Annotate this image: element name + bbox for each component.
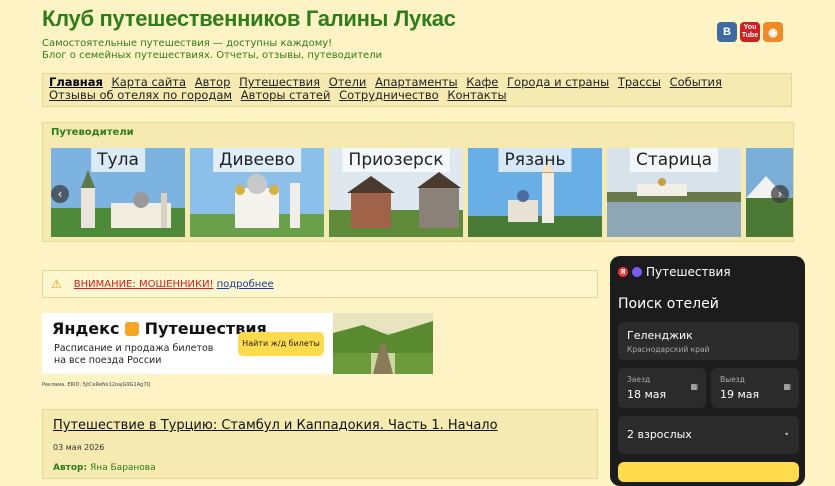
nav-home[interactable]: Главная [49,75,103,89]
ad-find-tickets-button[interactable]: Найти ж/д билеты [238,332,324,356]
scam-warning-link[interactable]: ВНИМАНИЕ: МОШЕННИКИ! [74,279,214,290]
ad-logo-icon [125,322,140,336]
ad-text: Расписание и продажа билетов на все поез… [54,343,213,367]
ad-logo-brand: Яндекс [52,319,120,338]
guests-dropdown-icon: • [784,430,789,439]
calendar-icon: ▦ [783,382,791,391]
nav-contacts[interactable]: Контакты [447,88,506,102]
nav-hotels[interactable]: Отели [329,75,367,89]
article-title-link[interactable]: Путешествие в Турцию: Стамбул и Каппадок… [53,418,498,433]
hotel-search-widget: Я Путешествия Поиск отелей Геленджик Кра… [610,256,805,486]
calendar-icon: ▦ [690,382,698,391]
city-region: Краснодарский край [627,345,710,354]
guide-label-ryazan: Рязань [498,148,572,172]
nav-cafe[interactable]: Кафе [466,75,498,89]
carousel-prev-button[interactable]: ‹ [51,185,69,203]
nav-hotel-reviews[interactable]: Отзывы об отелях по городам [49,88,232,102]
vk-icon[interactable]: B [717,22,737,42]
guide-label-tula: Тула [91,148,145,172]
youtube-icon-text-2: Tube [741,32,759,39]
ad-text-line-2: на все поезда России [54,355,162,366]
guide-slide-priozersk[interactable]: Приозерск [329,148,463,237]
nav-author[interactable]: Автор [195,75,231,89]
guides-carousel: Тула Дивеево Приозерск Рязань Старица [51,148,793,237]
site-title[interactable]: Клуб путешественников Галины Лукас [42,6,456,32]
guide-slide-diveevo[interactable]: Дивеево [190,148,324,237]
checkout-value: 19 мая [720,388,760,401]
guides-section: Путеводители Тула Дивеево Приозерск Ряза… [42,122,794,242]
checkin-field[interactable]: Заезд 18 мая ▦ [618,368,706,408]
article-author-name[interactable]: Яна Баранова [90,463,156,473]
nav-cities[interactable]: Города и страны [507,75,609,89]
ad-logo: Яндекс Путешествия [52,319,267,338]
checkin-value: 18 мая [627,388,667,401]
search-hotels-button[interactable] [618,462,799,482]
guide-slide-staritsa[interactable]: Старица [607,148,741,237]
checkin-label: Заезд [627,375,651,384]
youtube-icon-text-1: You [743,24,757,31]
guests-value: 2 взрослых [627,428,692,441]
widget-brand: Я Путешествия [618,265,731,279]
main-nav: Главная Карта сайта Автор Путешествия От… [42,73,792,107]
guide-label-staritsa: Старица [629,148,719,172]
guides-title: Путеводители [51,127,134,138]
rss-icon[interactable]: ◉ [763,22,783,42]
city-name: Геленджик [627,329,693,342]
checkout-label: Выезд [720,375,745,384]
site-tagline: Самостоятельные путешествия — доступны к… [42,38,382,62]
guide-label-diveevo: Дивеево [213,148,301,172]
carousel-next-button[interactable]: › [771,185,789,203]
guide-slide-ryazan[interactable]: Рязань [468,148,602,237]
nav-article-authors[interactable]: Авторы статей [241,88,331,102]
nav-apartments[interactable]: Апартаменты [375,75,458,89]
yandex-travel-ad[interactable]: Яндекс Путешествия Расписание и продажа … [42,313,433,374]
nav-routes[interactable]: Трассы [618,75,661,89]
nav-sitemap[interactable]: Карта сайта [112,75,187,89]
tagline-line-2: Блог о семейных путешествиях. Отчеты, от… [42,50,383,61]
article-date: 03 мая 2026 [53,443,105,452]
guide-label-priozersk: Приозерск [342,148,450,172]
widget-brand-label: Путешествия [646,265,731,279]
social-links: B You Tube ◉ [717,22,783,42]
article-author-label: Автор: [53,463,88,473]
scam-warning-more-link[interactable]: подробнее [217,279,274,290]
checkout-field[interactable]: Выезд 19 мая ▦ [711,368,799,408]
ad-railway-photo [333,313,433,374]
warning-icon: ⚠ [51,277,62,291]
ad-erid: Реклама. ERID: 5jtCeReNx12oajG9G1Ag7Q [42,382,151,388]
city-field[interactable]: Геленджик Краснодарский край [618,322,799,360]
nav-events[interactable]: События [670,75,722,89]
guide-slide-tula[interactable]: Тула [51,148,185,237]
nav-cooperation[interactable]: Сотрудничество [339,88,439,102]
youtube-icon[interactable]: You Tube [740,22,760,42]
nav-travels[interactable]: Путешествия [239,75,320,89]
scam-warning: ⚠ ВНИМАНИЕ: МОШЕННИКИ! подробнее [42,270,598,298]
widget-heading: Поиск отелей [618,296,719,312]
ad-text-line-1: Расписание и продажа билетов [54,343,214,354]
globe-icon [632,267,642,277]
guests-field[interactable]: 2 взрослых • [618,416,799,454]
article-author: Автор: Яна Баранова [53,463,156,473]
tagline-line-1: Самостоятельные путешествия — доступны к… [42,38,333,49]
yandex-logo-icon: Я [618,267,628,277]
